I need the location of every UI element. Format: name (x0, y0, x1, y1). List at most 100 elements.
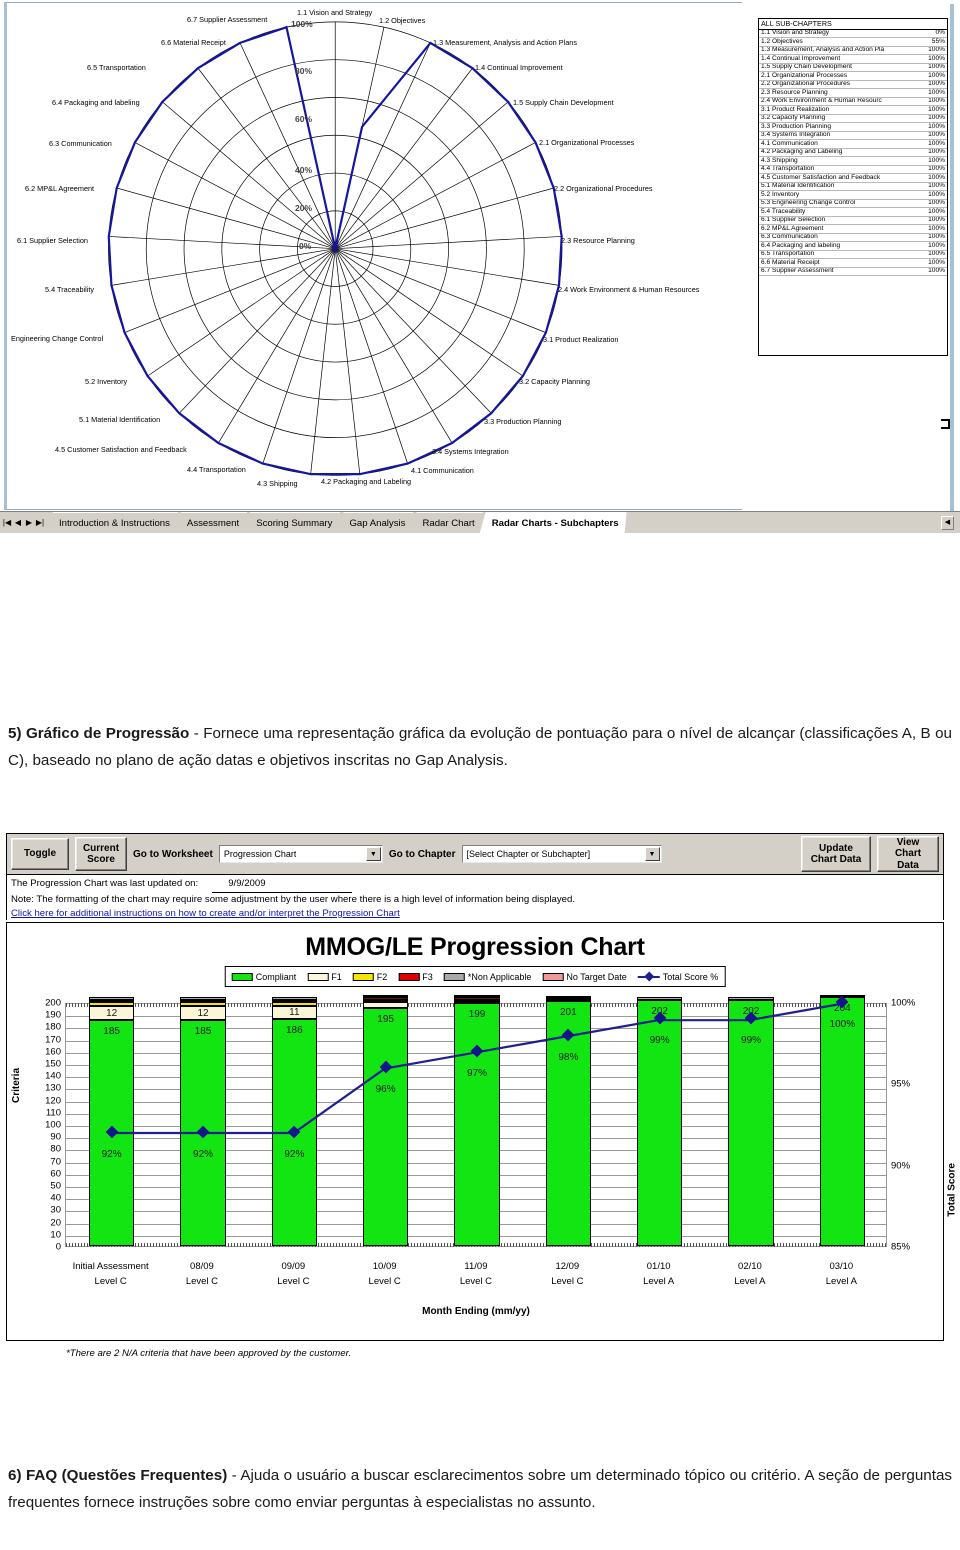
subchapter-percent: 100% (919, 173, 947, 183)
section-5-number: 5) (8, 725, 22, 743)
bar-segment--non-applicable (636, 997, 683, 1000)
radar-label-3-2: 3.2 Capacity Planning (519, 377, 590, 386)
total-score-label: 92% (193, 1149, 214, 1161)
radar-label-2-2: 2.2 Organizational Procedures (554, 184, 653, 193)
sheet-tab-bar[interactable]: |◀ ◀ ▶ ▶| Introduction & Instructions Ass… (0, 511, 960, 533)
toggle-button[interactable]: Toggle (11, 838, 69, 870)
worksheet-select[interactable]: Progression Chart ▼ (218, 845, 383, 863)
y-tick-left-80: 80 (50, 1143, 61, 1155)
table-row: 5.2 Inventory 100% (759, 190, 947, 200)
sheet-tab-1[interactable]: Assessment (175, 512, 247, 533)
chevron-down-icon[interactable]: ▼ (644, 847, 660, 861)
y-tick-left-120: 120 (45, 1094, 61, 1106)
legend-swatch (443, 972, 465, 981)
section-6-number: 6) (8, 1467, 22, 1485)
tab-scroll-left-icon[interactable]: ◀ (941, 515, 954, 530)
y-tick-left-110: 110 (45, 1107, 61, 1119)
subchapters-table: ALL SUB-CHAPTERS 1.1 Vision and Strategy 0… (759, 19, 947, 277)
sheet-tab-3[interactable]: Gap Analysis (337, 512, 413, 533)
subchapter-percent: 100% (919, 182, 947, 192)
table-row: 2.2 Organizational Procedures 100% (759, 80, 947, 90)
tab-first-icon[interactable]: |◀ (2, 518, 12, 527)
x-category: 03/10 Level A (825, 1261, 857, 1287)
x-category: 12/09 Level C (551, 1261, 584, 1287)
update-chart-data-button[interactable]: Update Chart Data (801, 836, 871, 872)
subchapter-name: 1.2 Objectives (759, 37, 919, 47)
radar-tick-80: 80% (295, 66, 313, 76)
subchapter-name: 4.5 Customer Satisfaction and Feedback (759, 173, 919, 183)
total-score-label: 97% (467, 1067, 488, 1079)
last-updated-date: 9/9/2009 (212, 877, 353, 893)
subchapter-percent: 100% (919, 224, 947, 234)
progression-toolbar: Toggle Current Score Go to Worksheet Pro… (6, 833, 944, 875)
subchapter-name: 5.1 Material Identification (759, 182, 919, 192)
additional-instructions-link[interactable]: Click here for additional instructions o… (11, 907, 939, 921)
bar-segment-f2 (362, 999, 409, 1002)
tab-navigation-buttons[interactable]: |◀ ◀ ▶ ▶| (0, 512, 47, 533)
chapter-select[interactable]: [Select Chapter or Subchapter] ▼ (461, 845, 662, 863)
tab-scroll-controls[interactable]: ◀ (941, 512, 960, 533)
chevron-down-icon[interactable]: ▼ (365, 847, 381, 861)
legend-swatch (307, 972, 329, 981)
table-row: 1.5 Supply Chain Development 100% (759, 63, 947, 73)
total-score-label: 100% (829, 1019, 856, 1030)
table-row: 6.6 Material Receipt 100% (759, 258, 947, 268)
radar-label-6-1: 6.1 Supplier Selection (17, 236, 88, 245)
chart-plot-wrapper: Criteria Total Score 0 10 20 30 40 50 60 70 80 90… (7, 994, 958, 1255)
x-category: 01/10 Level A (643, 1261, 675, 1287)
subchapter-name: 1.4 Continual Improvement (759, 54, 919, 64)
table-row: 6.7 Supplier Assessment 100% (759, 267, 947, 277)
x-axis-categories: Initial Assessment Level C 08/09 Level C 09/… (7, 1256, 945, 1308)
y-tick-left-50: 50 (50, 1180, 61, 1192)
bar-segment--non-applicable (180, 997, 226, 1000)
bar-segment-f3 (88, 999, 135, 1002)
radar-label-3-1: 3.1 Product Realization (543, 335, 619, 344)
subchapter-percent: 100% (919, 63, 947, 73)
subchapter-name: 2.1 Organizational Processes (759, 71, 919, 81)
y-tick-left-190: 190 (45, 1009, 61, 1021)
radar-label-3-3: 3.3 Production Planning (484, 417, 562, 426)
radar-label-6-4: 6.4 Packaging and labeling (52, 98, 140, 107)
view-chart-data-button[interactable]: View Chart Data (877, 836, 939, 872)
worksheet-select-value: Progression Chart (223, 849, 297, 859)
table-row: 1.1 Vision and Strategy 0% (759, 29, 947, 39)
tab-next-icon[interactable]: ▶ (24, 518, 34, 527)
sheet-tab-5[interactable]: Radar Charts - Subchapters (480, 512, 627, 533)
current-score-button[interactable]: Current Score (75, 837, 127, 871)
subchapter-percent: 100% (919, 233, 947, 243)
radar-chart-plot (107, 21, 563, 476)
tab-prev-icon[interactable]: ◀ (13, 518, 23, 527)
legend-item-4: *Non Applicable (443, 972, 531, 982)
sheet-tab-2[interactable]: Scoring Summary (244, 512, 340, 533)
tab-last-icon[interactable]: ▶| (35, 518, 45, 527)
sheet-tabs[interactable]: Introduction & Instructions Assessment Sco… (47, 512, 624, 533)
radar-label-1-5: 1.5 Supply Chain Development (513, 98, 614, 107)
legend-item-1: F1 (307, 972, 342, 982)
table-row: 5.3 Engineering Change Control 100% (759, 199, 947, 209)
radar-label-5-1: 5.1 Material Identification (79, 415, 161, 424)
subchapter-percent: 100% (919, 54, 947, 64)
total-score-label: 92% (284, 1149, 305, 1161)
sheet-tab-4[interactable]: Radar Chart (410, 512, 482, 533)
progression-info-block: The Progression Chart was last updated o… (6, 875, 944, 920)
x-category: 02/10 Level A (734, 1261, 766, 1287)
vertical-scrollbar[interactable] (950, 4, 954, 512)
subchapter-name: 4.1 Communication (759, 139, 919, 149)
subchapter-name: 4.4 Transportation (759, 165, 919, 175)
y-axis-label-left: Criteria (11, 1067, 22, 1103)
y-tick-left-160: 160 (45, 1046, 61, 1058)
bar-segment-f3 (362, 997, 409, 1000)
radar-label-6-3: 6.3 Communication (49, 139, 112, 148)
y-tick-right-95: 95% (891, 1078, 911, 1090)
radar-label-5-3: Engineering Change Control (11, 334, 104, 343)
bar-segment--non-applicable (271, 997, 318, 1000)
table-row: 4.1 Communication 100% (759, 139, 947, 149)
legend-swatch (231, 972, 253, 981)
y-tick-left-60: 60 (50, 1168, 61, 1180)
last-updated-label: The Progression Chart was last updated o… (11, 878, 199, 889)
subchapter-name: 4.2 Packaging and Labeling (759, 148, 919, 158)
legend-swatch (352, 972, 374, 981)
sheet-tab-0[interactable]: Introduction & Instructions (47, 512, 178, 533)
radar-label-5-4: 5.4 Traceability (45, 285, 95, 294)
y-tick-left-20: 20 (50, 1216, 61, 1228)
